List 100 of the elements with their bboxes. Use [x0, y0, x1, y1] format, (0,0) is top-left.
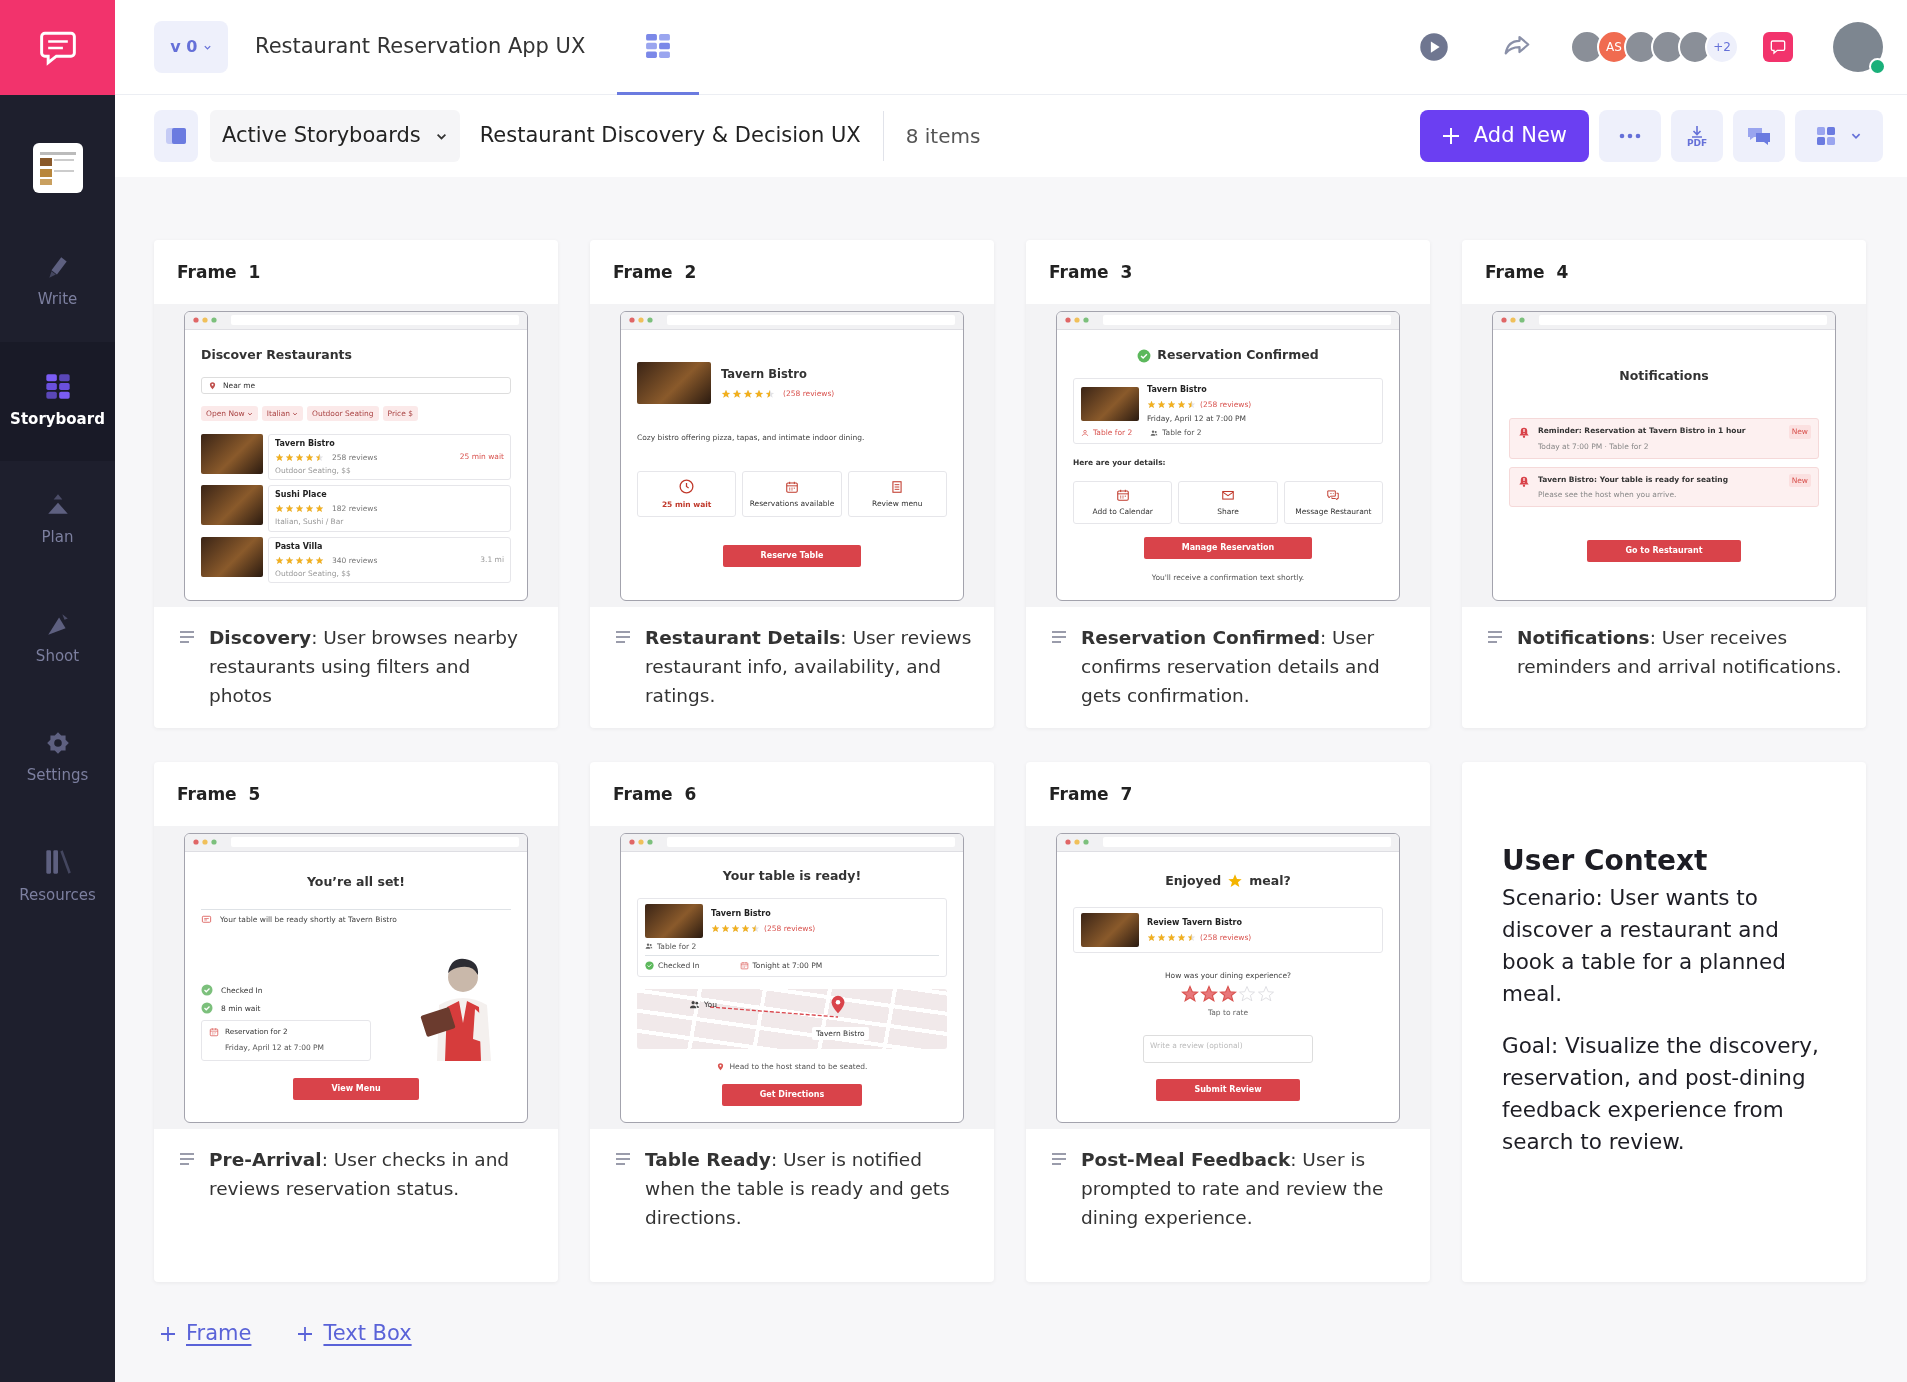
star-icon	[743, 388, 753, 399]
context-title: User Context	[1502, 844, 1709, 878]
layout-menu-button[interactable]	[1795, 110, 1883, 162]
star-icon	[295, 555, 304, 565]
add-link[interactable]: Text Box	[291, 1318, 418, 1350]
star-icon	[305, 452, 314, 462]
photo-placeholder	[1081, 386, 1139, 421]
calendar-icon	[785, 479, 799, 494]
frame-description: Restaurant Details: User reviews restaurant info, availability, and ratings.	[645, 626, 972, 708]
sidebar-item[interactable]: Resources	[0, 818, 115, 937]
frame-title: Frame 6	[612, 783, 698, 806]
screen-title: Enjoyed	[1165, 871, 1222, 890]
star-icon[interactable]	[1200, 984, 1218, 1003]
restaurant-name: Tavern Bistro	[275, 437, 336, 450]
star-icon	[1177, 933, 1186, 943]
play-icon[interactable]	[1419, 32, 1449, 62]
star-icon	[741, 923, 750, 933]
calendar-icon	[209, 1027, 219, 1038]
star-icon	[1147, 399, 1156, 409]
bell-icon	[1517, 425, 1531, 440]
action-button[interactable]: Submit Review	[1156, 1079, 1300, 1101]
sidebar-item[interactable]: Plan	[0, 461, 115, 580]
person-icon	[1081, 428, 1089, 437]
caret-icon	[202, 43, 212, 52]
plus-icon	[160, 1325, 176, 1342]
context-paragraph: Scenario: User wants to discover a restaurant and book a table for a planned meal.	[1502, 883, 1787, 1008]
action-button[interactable]: Get Directions	[721, 1083, 863, 1106]
frame-title: Frame 2	[612, 261, 698, 284]
star-icon	[721, 388, 731, 399]
version-button[interactable]: v 0	[154, 21, 228, 73]
comments-button[interactable]	[1763, 32, 1793, 62]
frame-description: Notifications: User receives reminders and arrival notifications.	[1517, 626, 1843, 679]
message-icon	[201, 914, 212, 926]
sidebar-item[interactable]: Write	[0, 223, 115, 342]
star-icon	[711, 923, 720, 933]
action-button[interactable]: View Menu	[293, 1078, 419, 1101]
star-icon[interactable]	[1238, 984, 1256, 1003]
notes-icon	[179, 631, 195, 643]
online-status-dot	[1869, 58, 1886, 75]
star-icon	[275, 555, 284, 565]
people-icon	[689, 999, 700, 1011]
project-title: Restaurant Reservation App UX	[255, 33, 586, 61]
star-icon	[1157, 933, 1166, 943]
add-link[interactable]: Frame	[154, 1318, 258, 1350]
check-icon	[201, 984, 213, 997]
frame-description: Pre-Arrival: User checks in and reviews reservation status.	[209, 1148, 511, 1201]
chat-icon	[1326, 487, 1341, 502]
star-icon[interactable]	[1181, 984, 1199, 1003]
frame-title: Frame 4	[1484, 261, 1570, 284]
screen-title: Reservation Confirmed	[1157, 346, 1319, 365]
star-icon	[732, 388, 742, 399]
star-icon	[1187, 933, 1196, 943]
sidebar-item[interactable]: Settings	[0, 699, 115, 818]
add-new-button[interactable]: Add New	[1419, 110, 1589, 162]
profile-avatar[interactable]	[1833, 22, 1883, 72]
star-icon	[285, 504, 294, 514]
notes-icon	[615, 1153, 631, 1165]
check-icon	[645, 961, 654, 971]
frame-title: Frame 5	[176, 783, 262, 806]
screen-title: meal?	[1249, 871, 1291, 890]
context-paragraph: Goal: Visualize the discovery, reservation, and post-dining feedback experience from search to review.	[1502, 1031, 1820, 1156]
action-button[interactable]: Manage Reservation	[1143, 536, 1313, 559]
star-icon	[285, 555, 294, 565]
photo-placeholder	[645, 903, 703, 938]
caret-icon	[292, 410, 298, 417]
check-icon	[1137, 348, 1152, 363]
storyboard-filter-dropdown[interactable]: Active Storyboards	[210, 110, 460, 162]
notes-icon	[179, 1153, 195, 1165]
restaurant-name: Sushi Place	[275, 489, 328, 502]
people-icon	[645, 942, 653, 951]
star-icon[interactable]	[1257, 984, 1275, 1003]
plus-icon	[1441, 127, 1460, 145]
star-icon	[721, 923, 730, 933]
chat-bubble-icon	[1770, 39, 1786, 55]
more-users-count: +2	[1705, 30, 1739, 64]
screen-title: Your table is ready!	[722, 867, 862, 886]
action-button[interactable]: Go to Restaurant	[1587, 540, 1741, 563]
clock-icon	[678, 478, 696, 496]
star-icon[interactable]	[1219, 984, 1237, 1003]
star-icon	[295, 504, 304, 514]
frame-description: Table Ready: User is notified when the table is ready and gets directions.	[645, 1148, 951, 1230]
comments-button[interactable]	[1733, 110, 1785, 162]
sidebar-item[interactable]: Shoot	[0, 580, 115, 699]
frame-title: Frame 7	[1048, 783, 1134, 806]
frame-title: Frame 3	[1048, 261, 1134, 284]
pdf-export-button[interactable]: PDF	[1671, 110, 1723, 162]
location-pin-icon	[208, 380, 217, 390]
star-icon	[1167, 933, 1176, 943]
notes-icon	[615, 631, 631, 643]
action-button[interactable]: Reserve Table	[722, 545, 862, 568]
restaurant-name: Tavern Bistro	[711, 907, 772, 920]
notes-icon	[1487, 631, 1503, 643]
sidebar-item[interactable]: Storyboard	[0, 342, 115, 461]
notes-icon	[1051, 1153, 1067, 1165]
grid-icon	[645, 32, 672, 59]
plus-icon	[297, 1325, 314, 1342]
star-icon	[731, 923, 740, 933]
sidebar-toggle-button[interactable]	[154, 110, 198, 162]
board-thumbnail[interactable]	[32, 143, 83, 193]
star-icon	[754, 388, 764, 399]
